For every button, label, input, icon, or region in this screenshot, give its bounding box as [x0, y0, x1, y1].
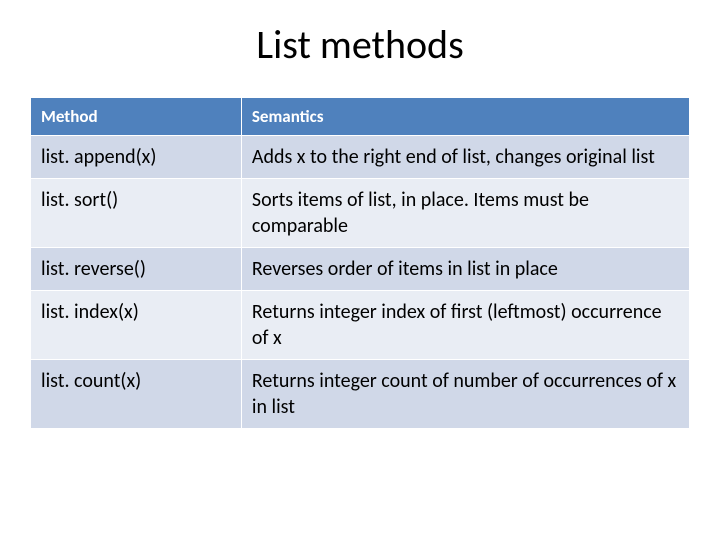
table-row: list. sort() Sorts items of list, in pla…: [31, 179, 690, 248]
cell-semantics: Reverses order of items in list in place: [241, 248, 689, 291]
cell-method: list. count(x): [31, 360, 242, 429]
methods-table: Method Semantics list. append(x) Adds x …: [30, 97, 690, 429]
slide-title: List methods: [30, 20, 690, 69]
header-semantics: Semantics: [241, 98, 689, 136]
table-header-row: Method Semantics: [31, 98, 690, 136]
cell-semantics: Returns integer index of first (leftmost…: [241, 291, 689, 360]
cell-semantics: Sorts items of list, in place. Items mus…: [241, 179, 689, 248]
cell-semantics: Adds x to the right end of list, changes…: [241, 136, 689, 179]
cell-semantics: Returns integer count of number of occur…: [241, 360, 689, 429]
cell-method: list. reverse(): [31, 248, 242, 291]
table-row: list. append(x) Adds x to the right end …: [31, 136, 690, 179]
cell-method: list. index(x): [31, 291, 242, 360]
table-row: list. count(x) Returns integer count of …: [31, 360, 690, 429]
header-method: Method: [31, 98, 242, 136]
cell-method: list. sort(): [31, 179, 242, 248]
table-row: list. index(x) Returns integer index of …: [31, 291, 690, 360]
cell-method: list. append(x): [31, 136, 242, 179]
table-row: list. reverse() Reverses order of items …: [31, 248, 690, 291]
